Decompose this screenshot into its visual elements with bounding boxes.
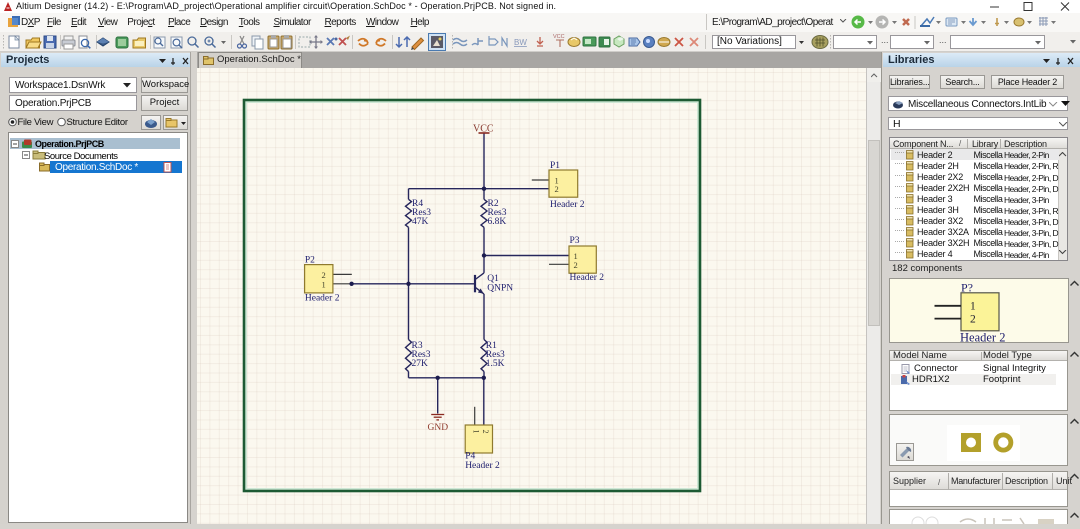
svg-text:1: 1 [970,301,976,313]
svg-text:47K: 47K [412,217,429,227]
svg-text:QNPN: QNPN [487,284,513,294]
svg-text:Header 2: Header 2 [305,293,340,303]
svg-text:Header 2: Header 2 [570,273,605,283]
svg-text:1: 1 [322,279,326,289]
svg-text:P4: P4 [465,452,475,462]
svg-text:2: 2 [970,314,976,326]
svg-text:2: 2 [481,430,490,434]
svg-text:2: 2 [322,270,326,280]
svg-text:VCC: VCC [473,124,494,135]
svg-text:GND: GND [428,423,449,433]
svg-text:VCC: VCC [553,34,565,40]
svg-text:1.5K: 1.5K [486,359,505,369]
svg-text:2: 2 [574,260,578,270]
svg-text:27K: 27K [412,359,429,369]
svg-text:P2: P2 [305,256,315,266]
svg-text:BW: BW [514,38,527,47]
svg-text:Header 2: Header 2 [465,461,500,471]
svg-text:P1: P1 [550,161,560,171]
svg-text:6.8K: 6.8K [488,217,507,227]
svg-text:Header 2: Header 2 [960,331,1005,343]
svg-text:Q1: Q1 [487,274,499,284]
svg-text:P3: P3 [570,236,580,246]
svg-text:Header 2: Header 2 [550,200,585,210]
svg-text:1: 1 [472,430,481,434]
svg-text:2: 2 [555,184,559,194]
